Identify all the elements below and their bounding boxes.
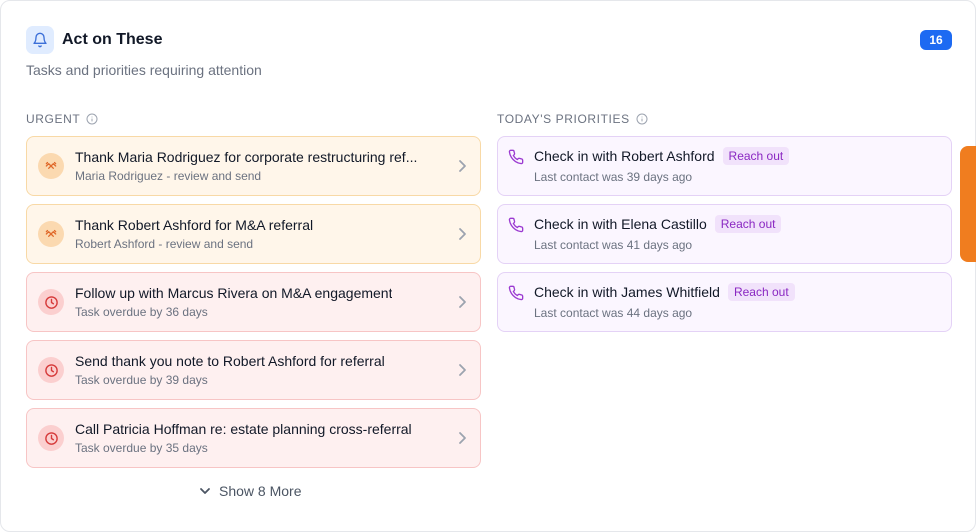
priorities-section-label: TODAY'S PRIORITIES — [497, 112, 648, 126]
priority-item[interactable]: Check in with James Whitfield Reach out … — [497, 272, 952, 332]
priority-item-subtitle: Last contact was 44 days ago — [534, 306, 693, 320]
urgent-label-text: URGENT — [26, 112, 81, 126]
reach-out-badge: Reach out — [722, 147, 790, 165]
priority-item[interactable]: Check in with Robert Ashford Reach out L… — [497, 136, 952, 196]
urgent-item[interactable]: Follow up with Marcus Rivera on M&A enga… — [26, 272, 481, 332]
priority-item-title: Check in with Elena Castillo — [534, 216, 707, 232]
chevron-right-icon — [459, 432, 466, 444]
bell-icon — [26, 26, 54, 54]
priority-item[interactable]: Check in with Elena Castillo Reach out L… — [497, 204, 952, 264]
urgent-item[interactable]: Thank Robert Ashford for M&A referral Ro… — [26, 204, 481, 264]
info-icon[interactable] — [636, 113, 648, 125]
urgent-section-label: URGENT — [26, 112, 98, 126]
urgent-item-title: Thank Maria Rodriguez for corporate rest… — [75, 149, 418, 165]
clock-icon — [38, 357, 64, 383]
priority-item-title: Check in with Robert Ashford — [534, 148, 715, 164]
chevron-right-icon — [459, 364, 466, 376]
phone-icon — [508, 285, 524, 301]
clock-icon — [38, 289, 64, 315]
show-more-label: Show 8 More — [219, 483, 302, 499]
chevron-right-icon — [459, 160, 466, 172]
chevron-right-icon — [459, 228, 466, 240]
urgent-item-subtitle: Task overdue by 35 days — [75, 441, 208, 455]
card-subtitle: Tasks and priorities requiring attention — [26, 62, 262, 78]
card-title: Act on These — [62, 31, 163, 48]
clock-icon — [38, 425, 64, 451]
urgent-item-title: Call Patricia Hoffman re: estate plannin… — [75, 421, 412, 437]
chevron-down-icon — [200, 488, 210, 494]
urgent-item[interactable]: Send thank you note to Robert Ashford fo… — [26, 340, 481, 400]
urgent-item-subtitle: Task overdue by 36 days — [75, 305, 208, 319]
count-badge: 16 — [920, 30, 952, 50]
priority-item-title: Check in with James Whitfield — [534, 284, 720, 300]
urgent-item-subtitle: Task overdue by 39 days — [75, 373, 208, 387]
priorities-label-text: TODAY'S PRIORITIES — [497, 112, 630, 126]
chevron-right-icon — [459, 296, 466, 308]
reach-out-badge: Reach out — [714, 215, 782, 233]
priority-item-subtitle: Last contact was 41 days ago — [534, 238, 693, 252]
info-icon[interactable] — [86, 113, 98, 125]
handshake-icon — [38, 153, 64, 179]
urgent-item-title: Send thank you note to Robert Ashford fo… — [75, 353, 385, 369]
urgent-item-title: Thank Robert Ashford for M&A referral — [75, 217, 314, 233]
phone-icon — [508, 217, 524, 233]
urgent-item[interactable]: Call Patricia Hoffman re: estate plannin… — [26, 408, 481, 468]
urgent-item[interactable]: Thank Maria Rodriguez for corporate rest… — [26, 136, 481, 196]
side-panel-tab[interactable] — [960, 146, 976, 262]
phone-icon — [508, 149, 524, 165]
handshake-icon — [38, 221, 64, 247]
act-on-these-card: Act on These Tasks and priorities requir… — [0, 0, 976, 532]
urgent-item-subtitle: Maria Rodriguez - review and send — [75, 169, 262, 183]
show-more-button[interactable]: Show 8 More — [199, 483, 301, 499]
priority-item-subtitle: Last contact was 39 days ago — [534, 170, 693, 184]
reach-out-badge: Reach out — [727, 283, 795, 301]
urgent-item-subtitle: Robert Ashford - review and send — [75, 237, 254, 251]
urgent-item-title: Follow up with Marcus Rivera on M&A enga… — [75, 285, 393, 301]
